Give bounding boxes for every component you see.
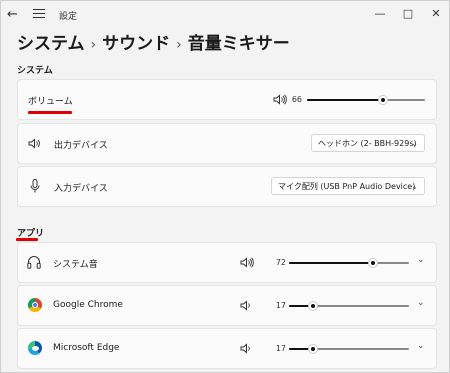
slider-thumb[interactable] [308,301,318,311]
maximize-button[interactable]: □ [399,6,417,22]
chevron-down-icon[interactable]: ⌄ [417,298,425,308]
edge-icon [28,341,42,355]
headphones-icon [27,256,41,269]
minimize-button[interactable]: — [371,6,389,22]
input-device-selected: マイク配列 (USB PnP Audio Device) [278,182,416,191]
app-volume-value: 72 [275,258,286,267]
app-volume-slider[interactable] [289,343,409,355]
speaker-icon[interactable] [240,257,254,268]
input-device-label: 入力デバイス [54,184,108,194]
speaker-icon [28,138,40,149]
app-volume-value: 17 [275,344,286,353]
app-name: Google Chrome [53,300,123,310]
section-label-system: システム [17,66,53,76]
chevron-down-icon: ⌄ [411,139,418,148]
annotation-underline [16,238,38,241]
input-device-card: 入力デバイス マイク配列 (USB PnP Audio Device) ⌄ [17,166,437,207]
input-device-dropdown[interactable]: マイク配列 (USB PnP Audio Device) ⌄ [271,177,425,195]
app-row-system-sounds: システム音 72 ⌄ [17,242,437,283]
volume-label: ボリューム [28,97,73,107]
breadcrumb-item-sound[interactable]: サウンド [102,34,170,54]
arrow-left-icon[interactable]: ← [7,7,23,23]
volume-value: 66 [291,95,302,104]
annotation-underline [28,111,72,114]
volume-card: ボリューム 66 [17,79,437,120]
output-device-dropdown[interactable]: ヘッドホン (2- BBH-929s) ⌄ [311,134,425,152]
output-device-selected: ヘッドホン (2- BBH-929s) [318,139,417,148]
title-bar: ← 設定 — □ ✕ [1,1,449,31]
app-row-google-chrome: Google Chrome 17 ⌄ [17,285,437,326]
app-name: システム音 [53,260,98,270]
volume-slider[interactable] [307,94,425,106]
hamburger-menu-icon[interactable] [33,9,45,19]
speaker-icon[interactable] [240,300,254,311]
breadcrumb-item-volume-mixer: 音量ミキサー [187,34,290,54]
breadcrumb-separator: › [176,37,182,53]
chrome-icon [28,298,42,312]
breadcrumb-separator: › [90,37,97,53]
output-device-card: 出力デバイス ヘッドホン (2- BBH-929s) ⌄ [17,123,437,164]
window-title: 設定 [59,12,78,22]
app-row-microsoft-edge: Microsoft Edge 17 ⌄ [17,328,437,369]
chevron-down-icon[interactable]: ⌄ [417,341,425,351]
slider-thumb[interactable] [368,258,378,268]
breadcrumb: システム › サウンド › 音量ミキサー [17,29,290,54]
chevron-down-icon: ⌄ [411,182,418,191]
app-volume-value: 17 [275,301,286,310]
app-volume-slider[interactable] [289,300,409,312]
close-button[interactable]: ✕ [427,6,445,22]
chevron-down-icon[interactable]: ⌄ [417,255,425,265]
speaker-icon[interactable] [240,343,254,354]
output-device-label: 出力デバイス [54,141,108,151]
settings-window: ← 設定 — □ ✕ システム › サウンド › 音量ミキサー システム ボリューム 6… [0,0,450,373]
app-volume-slider[interactable] [289,257,409,269]
slider-thumb[interactable] [308,344,318,354]
slider-thumb[interactable] [378,95,388,105]
breadcrumb-item-system[interactable]: システム [17,34,85,54]
microphone-icon [30,179,40,193]
app-name: Microsoft Edge [53,343,120,353]
